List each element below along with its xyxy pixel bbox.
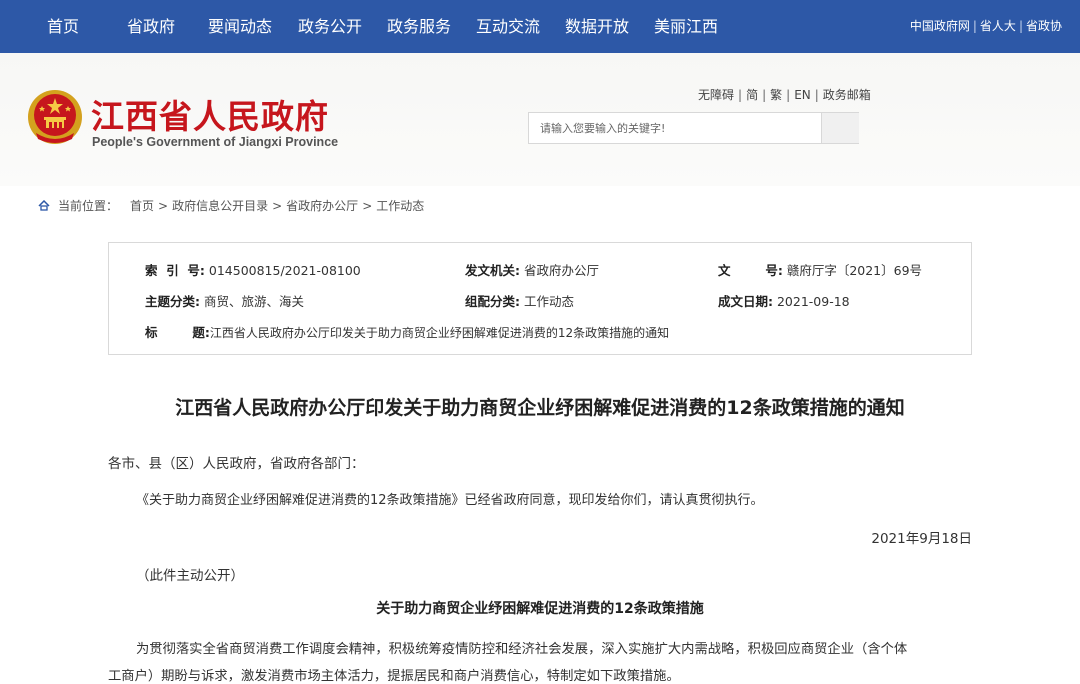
separator: | [814,88,819,102]
site-header: 江西省人民政府 People's Government of Jiangxi P… [0,53,1080,186]
breadcrumb-label: 当前位置： [58,199,119,213]
top-navigation-bar: 首页 省政府 要闻动态 政务公开 政务服务 互动交流 数据开放 美丽江西 中国政… [0,0,1080,53]
link-china-gov[interactable]: 中国政府网 [910,19,970,33]
separator: | [786,88,791,102]
meta-topic: 主题分类: 商贸、旅游、海关 [145,291,304,310]
link-government-mailbox[interactable]: 政务邮箱 [823,88,871,102]
meta-key: 文 号: [718,263,783,278]
meta-value: 赣府厅字〔2021〕69号 [786,263,923,278]
search-box [528,112,859,144]
nav-item-beautiful-jiangxi[interactable]: 美丽江西 [654,0,718,53]
breadcrumb-separator: > [272,199,283,213]
breadcrumb-home[interactable]: 首页 [130,199,154,213]
national-emblem-icon [28,90,82,144]
nav-item-government-services[interactable]: 政务服务 [387,0,451,53]
meta-document-number: 文 号: 赣府厅字〔2021〕69号 [718,260,922,279]
nav-item-government-affairs-disclosure[interactable]: 政务公开 [298,0,362,53]
separator: | [1018,19,1023,33]
meta-key: 组配分类: [465,294,520,309]
article-paragraph: 《关于助力商贸企业纾困解难促进消费的12条政策措施》已经省政府同意，现印发给你们… [136,493,764,508]
home-icon [38,200,50,211]
nav-item-news[interactable]: 要闻动态 [208,0,272,53]
breadcrumb: 当前位置： 首页 > 政府信息公开目录 > 省政府办公厅 > 工作动态 [38,197,424,214]
utility-links: 无障碍 | 简 | 繁 | EN | 政务邮箱 [698,86,871,103]
site-subtitle: People's Government of Jiangxi Province [92,135,339,149]
meta-key: 标 题: [145,325,210,340]
meta-issuer: 发文机关: 省政府办公厅 [465,260,599,279]
breadcrumb-separator: > [158,199,169,213]
breadcrumb-separator: > [362,199,373,213]
meta-key: 主题分类: [145,294,200,309]
article-title: 江西省人民政府办公厅印发关于助力商贸企业纾困解难促进消费的12条政策措施的通知 [175,397,905,419]
separator: | [762,88,767,102]
link-provincial-cppcc[interactable]: 省政协 [1026,19,1062,33]
article-disclosure-note: （此件主动公开） [136,568,244,584]
nav-item-provincial-government[interactable]: 省政府 [127,0,175,53]
meta-index-number: 索 引 号: 014500815/2021-08100 [145,260,361,279]
link-provincial-congress[interactable]: 省人大 [980,19,1016,33]
meta-date: 成文日期: 2021-09-18 [718,291,850,310]
nav-item-home[interactable]: 首页 [47,0,79,53]
search-input[interactable] [529,113,821,143]
breadcrumb-info-catalog[interactable]: 政府信息公开目录 [172,199,268,213]
meta-key: 成文日期: [718,294,773,309]
search-button[interactable] [821,113,859,143]
meta-category: 组配分类: 工作动态 [465,291,574,310]
meta-value: 省政府办公厅 [523,263,599,278]
article-paragraph: 为贯彻落实全省商贸消费工作调度会精神，积极统筹疫情防控和经济社会发展，深入实施扩… [136,642,908,657]
external-links: 中国政府网 | 省人大 | 省政协 [910,0,1062,53]
separator: | [738,88,743,102]
article-subtitle: 关于助力商贸企业纾困解难促进消费的12条政策措施 [376,601,704,617]
link-accessibility[interactable]: 无障碍 [698,88,734,102]
nav-item-open-data[interactable]: 数据开放 [565,0,629,53]
meta-value: 商贸、旅游、海关 [203,294,304,309]
meta-title: 标 题:江西省人民政府办公厅印发关于助力商贸企业纾困解难促进消费的12条政策措施… [145,322,669,341]
article-salutation: 各市、县（区）人民政府，省政府各部门： [108,456,365,472]
article-date: 2021年9月18日 [871,531,972,547]
document-metadata-box: 索 引 号: 014500815/2021-08100 发文机关: 省政府办公厅… [108,242,972,355]
article-paragraph: 工商户）期盼与诉求，激发消费市场主体活力，提振居民和商户消费信心，特制定如下政策… [108,669,680,684]
meta-key: 索 引 号: [145,263,205,278]
meta-value: 江西省人民政府办公厅印发关于助力商贸企业纾困解难促进消费的12条政策措施的通知 [209,326,670,340]
link-english[interactable]: EN [794,88,811,102]
breadcrumb-general-office[interactable]: 省政府办公厅 [286,199,358,213]
link-traditional[interactable]: 繁 [770,88,782,102]
separator: | [972,19,977,33]
nav-item-interaction[interactable]: 互动交流 [476,0,540,53]
meta-value: 014500815/2021-08100 [208,263,361,278]
link-simplified[interactable]: 简 [746,88,758,102]
site-title[interactable]: 江西省人民政府 [91,90,329,138]
meta-value: 工作动态 [523,294,574,309]
breadcrumb-work-news[interactable]: 工作动态 [376,199,424,213]
meta-value: 2021-09-18 [776,294,850,309]
meta-key: 发文机关: [465,263,520,278]
